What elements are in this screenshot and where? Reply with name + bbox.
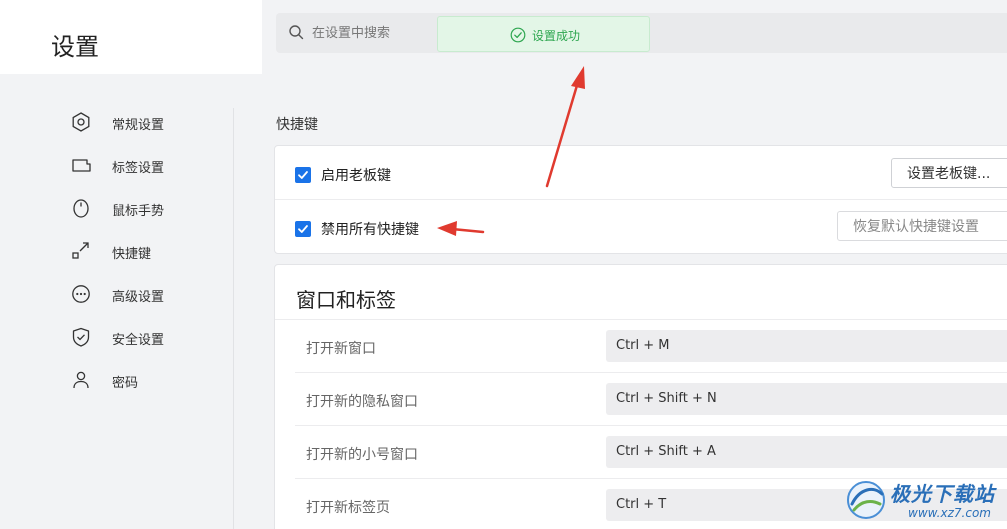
shortcut-label: 打开新窗口 — [306, 341, 376, 357]
sidebar-item-label: 标签设置 — [112, 161, 165, 176]
watermark: 极光下载站 www.xz7.com — [842, 474, 1007, 529]
shortcut-key-field[interactable]: Ctrl + Shift + A — [606, 436, 1007, 468]
set-boss-key-button[interactable]: 设置老板键... — [891, 158, 1007, 188]
shortcut-label: 打开新的小号窗口 — [306, 447, 418, 463]
shortcut-key-field[interactable]: Ctrl + Shift + N — [606, 383, 1007, 415]
shortcut-key-field[interactable]: Ctrl + M — [606, 330, 1007, 362]
hexagon-settings-icon — [72, 112, 90, 132]
check-circle-icon — [510, 27, 526, 43]
sidebar-item-label: 快捷键 — [112, 247, 152, 262]
sidebar-item-shortcuts[interactable]: 快捷键 — [70, 236, 210, 266]
mouse-icon — [73, 199, 89, 218]
page-title: 设置 — [51, 33, 99, 61]
sidebar-item-advanced[interactable]: 高级设置 — [70, 279, 210, 309]
restore-default-shortcuts-button[interactable]: 恢复默认快捷键设置 — [837, 211, 1007, 241]
more-dots-icon — [72, 285, 90, 303]
shortcut-row: 打开新的小号窗口 Ctrl + Shift + A — [295, 426, 1007, 479]
search-icon — [289, 25, 304, 40]
disable-all-shortcuts-checkbox[interactable] — [295, 221, 311, 237]
shortcut-arrow-icon — [72, 242, 89, 259]
sidebar-item-security[interactable]: 安全设置 — [70, 322, 210, 352]
watermark-name: 极光下载站 — [890, 482, 995, 506]
search-input[interactable] — [312, 21, 422, 45]
sidebar-item-label: 安全设置 — [112, 333, 165, 348]
watermark-logo-icon — [847, 481, 885, 519]
sidebar-item-tabs[interactable]: 标签设置 — [70, 150, 210, 180]
watermark-url: www.xz7.com — [908, 506, 991, 520]
title-area: 设置 — [0, 0, 262, 74]
user-icon — [73, 371, 89, 389]
tab-icon — [72, 159, 91, 172]
sidebar-item-mouse-gesture[interactable]: 鼠标手势 — [70, 193, 210, 223]
toast-message: 设置成功 — [532, 29, 581, 43]
shortcut-row: 打开新的隐私窗口 Ctrl + Shift + N — [295, 373, 1007, 426]
boss-key-label: 启用老板键 — [321, 168, 391, 184]
sidebar-item-label: 常规设置 — [112, 118, 165, 133]
shield-icon — [72, 327, 90, 347]
sidebar-item-label: 密码 — [112, 376, 139, 391]
boss-key-checkbox[interactable] — [295, 167, 311, 183]
success-toast: 设置成功 — [437, 16, 650, 52]
shortcut-key-value: Ctrl + M — [616, 338, 670, 353]
sidebar-divider — [233, 108, 234, 529]
shortcut-row: 打开新窗口 Ctrl + M — [295, 320, 1007, 373]
shortcut-key-value: Ctrl + Shift + A — [616, 444, 716, 459]
shortcut-key-value: Ctrl + Shift + N — [616, 391, 717, 406]
shortcut-settings-card: 启用老板键 设置老板键... 禁用所有快捷键 恢复默认快捷键设置 — [274, 145, 1007, 254]
sidebar-item-password[interactable]: 密码 — [70, 365, 210, 395]
disable-all-shortcuts-label: 禁用所有快捷键 — [321, 222, 419, 238]
shortcut-key-value: Ctrl + T — [616, 497, 667, 512]
section-label-shortcuts: 快捷键 — [276, 117, 318, 133]
sidebar-item-general[interactable]: 常规设置 — [70, 107, 210, 137]
sidebar-item-label: 鼠标手势 — [112, 204, 165, 219]
sidebar-item-label: 高级设置 — [112, 290, 165, 305]
shortcut-label: 打开新标签页 — [306, 500, 390, 516]
window-tabs-title: 窗口和标签 — [296, 288, 396, 312]
shortcut-label: 打开新的隐私窗口 — [306, 394, 418, 410]
row-divider — [275, 199, 1007, 200]
